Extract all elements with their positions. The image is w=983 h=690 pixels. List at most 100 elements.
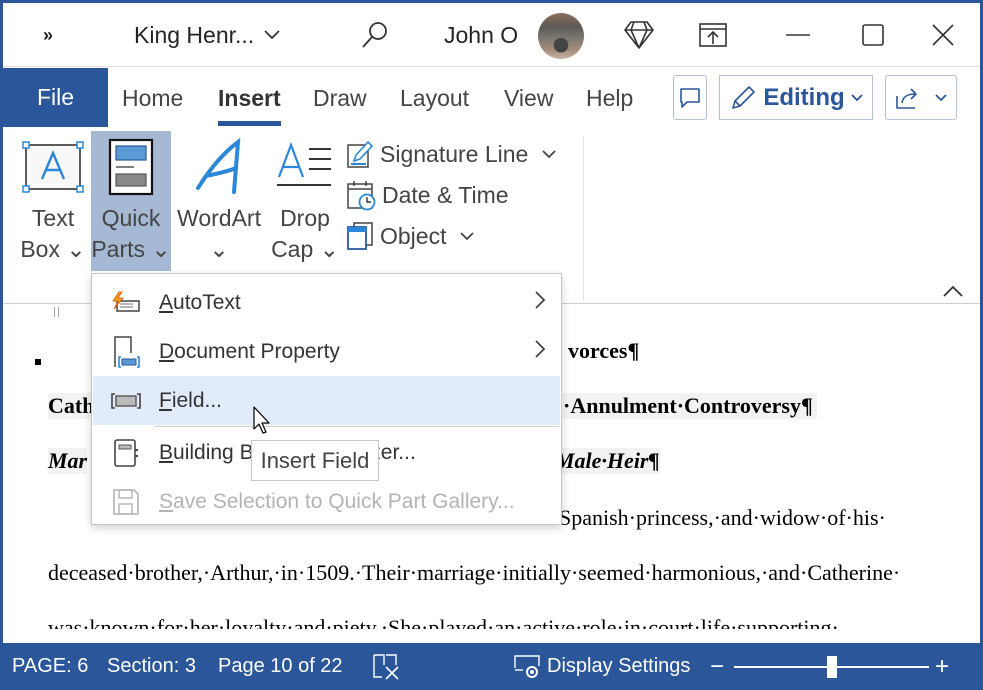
save-icon xyxy=(113,488,139,515)
tab-home[interactable]: Home xyxy=(122,68,183,128)
maximize-icon xyxy=(862,24,884,46)
tab-view[interactable]: View xyxy=(504,68,553,128)
tab-insert[interactable]: Insert xyxy=(218,68,281,128)
drop-cap-label-2: Cap ⌄ xyxy=(271,236,339,262)
chevrons-right-icon: » xyxy=(43,24,53,45)
close-icon xyxy=(932,24,954,46)
minimize-icon xyxy=(786,34,810,36)
text-box-icon xyxy=(22,141,84,193)
editing-mode-button[interactable]: Editing xyxy=(719,75,873,120)
quick-parts-label-2: Parts ⌄ xyxy=(91,236,171,262)
accelerator-key: A xyxy=(159,290,174,314)
heading-mary: Mar xyxy=(48,448,88,474)
zoom-out-button[interactable]: − xyxy=(710,643,724,690)
share-button[interactable] xyxy=(885,75,957,120)
object-label: Object xyxy=(380,222,447,249)
date-time-label: Date & Time xyxy=(382,181,509,208)
minimize-button[interactable] xyxy=(773,3,823,67)
text-box-button[interactable]: Text Box ⌄ xyxy=(17,131,89,271)
comment-icon xyxy=(680,87,700,108)
pencil-icon xyxy=(732,85,756,109)
tab-layout[interactable]: Layout xyxy=(400,68,469,128)
chevron-down-icon xyxy=(460,231,475,240)
premium-button[interactable] xyxy=(623,3,655,67)
menu-item-save-selection: Save Selection to Quick Part Gallery... xyxy=(93,477,560,526)
menu-item-label: ave Selection to Quick Part Gallery... xyxy=(173,489,515,513)
zoom-slider-thumb[interactable] xyxy=(826,656,837,678)
paragraph-mark-bullet xyxy=(35,359,41,365)
search-icon xyxy=(362,22,387,48)
wordart-button[interactable]: WordArt ⌄ xyxy=(173,131,265,271)
tooltip-insert-field: Insert Field xyxy=(251,440,379,481)
title-bar: » King Henr... John O xyxy=(3,3,980,67)
ribbon-display-icon xyxy=(699,23,727,47)
display-settings-label: Display Settings xyxy=(547,655,691,677)
menu-item-autotext[interactable]: AutoText xyxy=(93,278,560,327)
group-separator xyxy=(583,136,584,301)
chevron-down-icon xyxy=(851,93,863,101)
date-time-button[interactable]: Date & Time xyxy=(346,176,509,214)
wordart-label: WordArt xyxy=(177,205,261,231)
word-window: » King Henr... John O File Home Insert D xyxy=(3,3,980,687)
signature-line-button[interactable]: Signature Line xyxy=(346,135,556,173)
ribbon-display-options-button[interactable] xyxy=(698,3,728,67)
menu-item-field[interactable]: Field... xyxy=(93,376,560,425)
proofing-icon xyxy=(373,653,399,680)
tab-draw[interactable]: Draw xyxy=(313,68,367,128)
collapse-ribbon-button[interactable] xyxy=(943,281,963,302)
paragraph-line: was·known·for·her·loyalty·and·piety.·She… xyxy=(48,615,839,629)
drop-cap-button[interactable]: Drop Cap ⌄ xyxy=(269,131,341,271)
accelerator-key: D xyxy=(159,339,175,363)
status-section[interactable]: Section: 3 xyxy=(107,643,196,690)
heading-male-heir: Male·Heir¶ xyxy=(555,448,660,474)
ribbon-tabs: File Home Insert Draw Layout View Help E… xyxy=(3,68,980,128)
quick-parts-label: Quick xyxy=(101,205,161,231)
tab-file[interactable]: File xyxy=(3,68,108,127)
search-button[interactable] xyxy=(360,3,390,67)
accelerator-key: S xyxy=(159,489,174,513)
status-page-count[interactable]: Page 10 of 22 xyxy=(218,643,343,690)
accelerator-key: F xyxy=(159,388,172,412)
maximize-button[interactable] xyxy=(848,3,898,67)
heading-catherine: Cath xyxy=(48,393,95,419)
drop-cap-label: Drop xyxy=(280,205,330,231)
calendar-clock-icon xyxy=(347,181,376,211)
document-title-button[interactable]: King Henr... xyxy=(134,3,280,67)
chevron-down-icon xyxy=(935,93,947,101)
avatar[interactable] xyxy=(538,13,584,59)
document-property-icon xyxy=(114,335,140,368)
menu-item-label: ocument Property xyxy=(174,339,340,363)
object-button[interactable]: Object xyxy=(346,217,475,255)
signature-line-label: Signature Line xyxy=(380,140,529,167)
quick-parts-menu: AutoText Document Property Field... Buil… xyxy=(91,273,562,525)
tab-help[interactable]: Help xyxy=(586,68,633,128)
menu-item-document-property[interactable]: Document Property xyxy=(93,327,560,376)
close-button[interactable] xyxy=(918,3,968,67)
drop-cap-icon xyxy=(277,141,331,186)
editing-label: Editing xyxy=(763,83,845,111)
quick-parts-icon xyxy=(108,138,154,196)
heading-annulment: ·Annulment·Controversy¶ xyxy=(563,393,817,419)
paragraph-line: deceased·brother,·Arthur,·in·1509.·Their… xyxy=(48,560,901,585)
display-settings-button[interactable]: Display Settings xyxy=(513,643,690,690)
proofing-button[interactable] xyxy=(372,643,402,690)
chevron-down-icon xyxy=(264,30,280,40)
quick-access-more-button[interactable]: » xyxy=(43,3,53,67)
user-name[interactable]: John O xyxy=(444,3,518,67)
object-icon xyxy=(347,222,373,250)
chevron-right-icon xyxy=(535,290,546,309)
chevron-right-icon xyxy=(535,339,546,358)
ruler-marker[interactable] xyxy=(54,307,59,317)
document-title: King Henr... xyxy=(134,21,255,48)
share-icon xyxy=(896,87,917,109)
status-page-number[interactable]: PAGE: 6 xyxy=(12,643,88,690)
display-settings-icon xyxy=(514,654,540,678)
diamond-icon xyxy=(624,21,654,49)
heading-divorces: vorces¶ xyxy=(568,338,640,363)
quick-parts-button[interactable]: Quick Parts ⌄ xyxy=(91,131,171,271)
building-blocks-icon xyxy=(114,438,138,467)
zoom-in-button[interactable]: + xyxy=(935,643,949,690)
comments-button[interactable] xyxy=(673,75,707,120)
field-icon xyxy=(111,392,141,409)
chevron-up-icon xyxy=(943,285,963,297)
